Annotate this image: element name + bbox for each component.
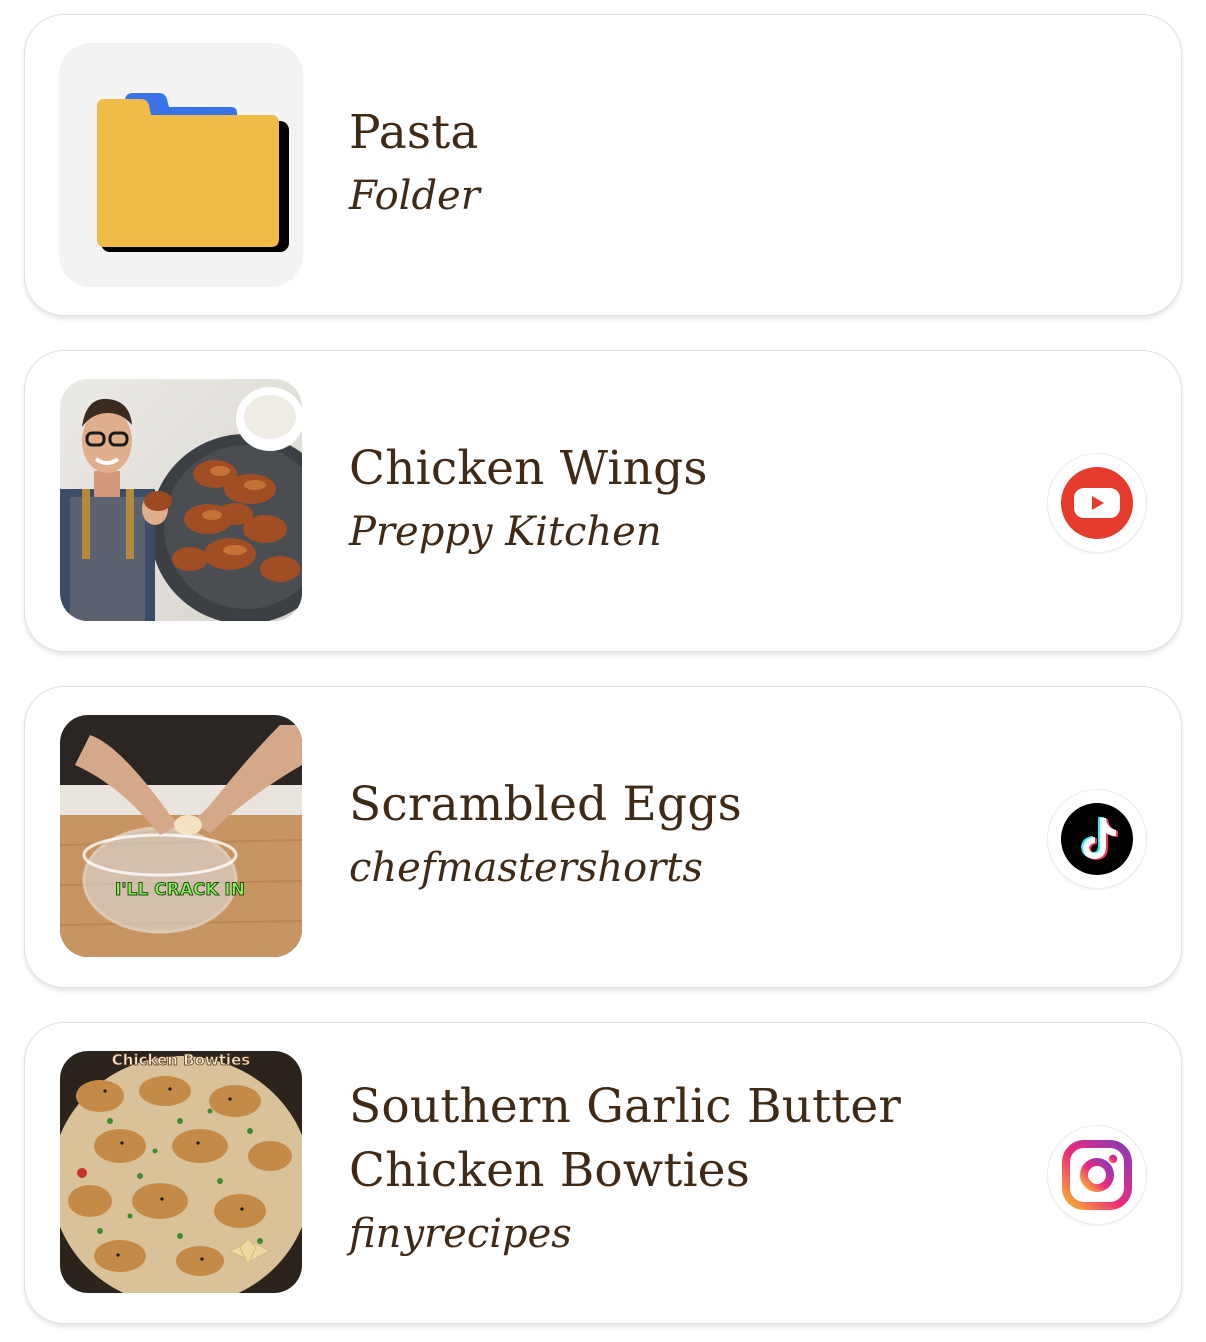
egg-cracking-photo: I'LL CRACK IN <box>60 715 302 957</box>
item-text: Scrambled Eggs chefmastershorts <box>349 773 742 899</box>
chicken-bowties-photo: Chicken Bowties <box>60 1051 302 1293</box>
list-item-recipe[interactable]: Chicken Bowties Southern Garlic Butter C… <box>24 1022 1182 1324</box>
item-text: Pasta Folder <box>349 101 480 227</box>
folder-thumbnail <box>59 43 303 287</box>
item-text: Southern Garlic Butter Chicken Bowties f… <box>349 1075 901 1265</box>
recipe-thumbnail: Chicken Bowties <box>60 1051 302 1293</box>
recipe-thumbnail <box>60 379 302 621</box>
list-item-recipe[interactable]: I'LL CRACK IN Scrambled Eggs chefmasters… <box>24 686 1182 988</box>
thumbnail-caption: Chicken Bowties <box>112 1051 250 1069</box>
list-item-folder[interactable]: Pasta Folder <box>24 14 1182 316</box>
item-title: Pasta <box>349 105 479 160</box>
folder-icon <box>97 93 289 252</box>
source-badge[interactable] <box>1047 1125 1147 1225</box>
item-title: Southern Garlic Butter Chicken Bowties <box>349 1075 901 1203</box>
recipe-list: Pasta Folder Chicken Wings Preppy Kitche… <box>0 0 1206 1342</box>
item-title: Chicken Wings <box>349 441 708 496</box>
item-title-line: Chicken Bowties <box>349 1143 751 1198</box>
recipe-thumbnail: I'LL CRACK IN <box>60 715 302 957</box>
item-subtitle: Folder <box>349 173 480 219</box>
source-badge[interactable] <box>1047 789 1147 889</box>
instagram-icon <box>1062 1140 1132 1210</box>
item-title: Scrambled Eggs <box>349 777 742 832</box>
thumbnail-caption: I'LL CRACK IN <box>115 880 245 900</box>
item-text: Chicken Wings Preppy Kitchen <box>349 437 708 563</box>
list-item-recipe[interactable]: Chicken Wings Preppy Kitchen <box>24 350 1182 652</box>
source-badge[interactable] <box>1047 453 1147 553</box>
chicken-wings-photo <box>60 379 302 621</box>
youtube-icon <box>1061 467 1133 539</box>
item-subtitle: Preppy Kitchen <box>349 509 662 555</box>
item-subtitle: chefmastershorts <box>349 845 703 891</box>
item-title-line: Southern Garlic Butter <box>349 1079 902 1134</box>
item-subtitle: finyrecipes <box>349 1211 572 1257</box>
tiktok-icon <box>1061 803 1133 875</box>
